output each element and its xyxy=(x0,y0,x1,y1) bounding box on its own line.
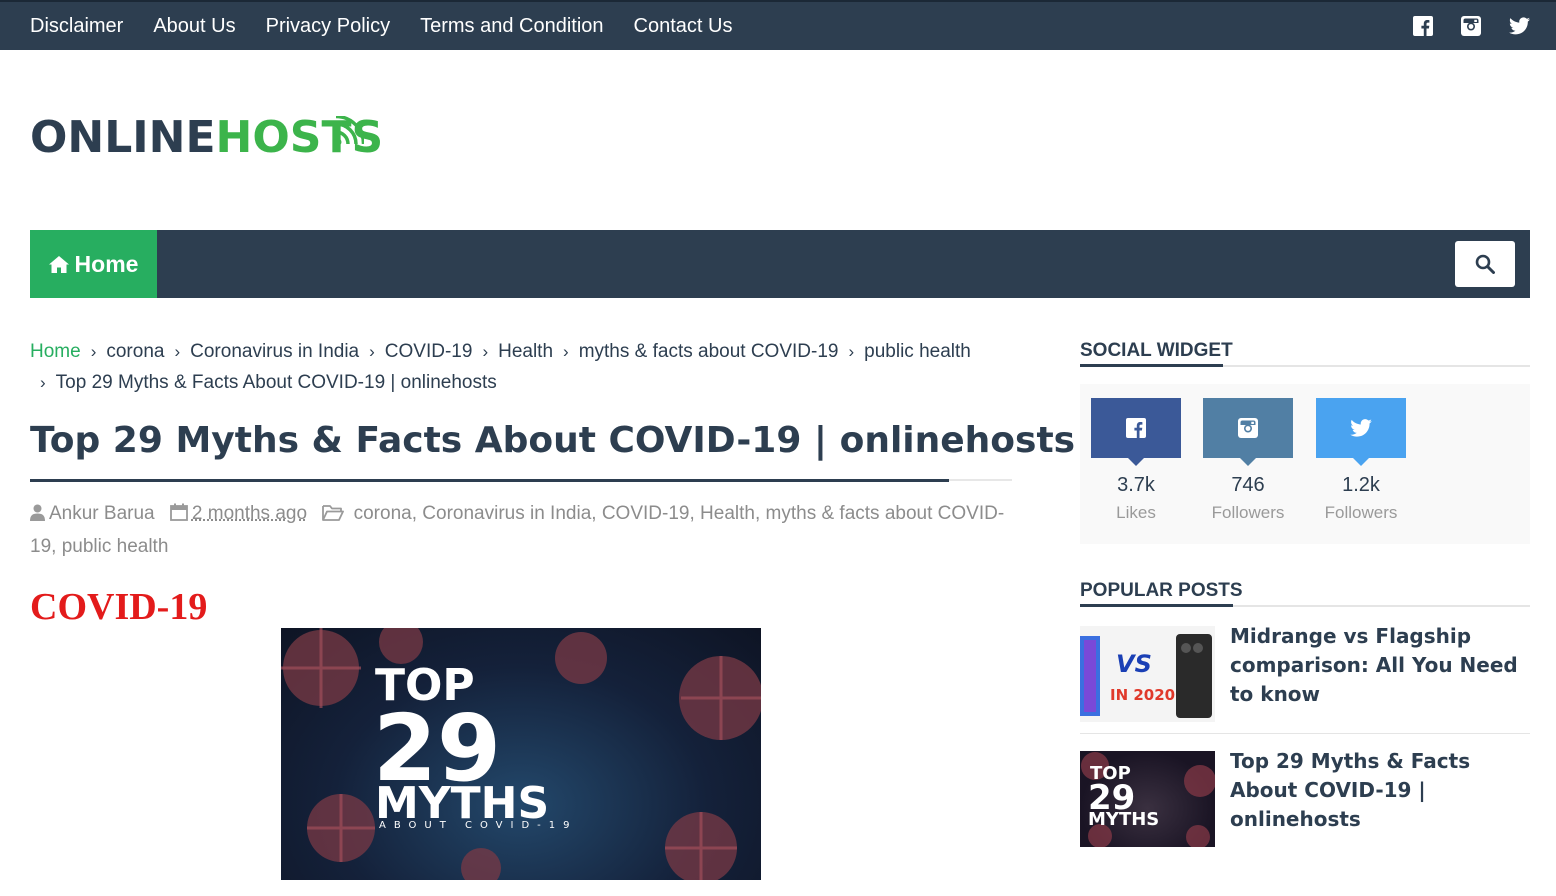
social-widget: 3.7k Likes 746 Followers 1.2k Followers xyxy=(1080,384,1530,544)
social-instagram[interactable]: 746 Followers xyxy=(1203,398,1293,523)
chevron-right-icon: › xyxy=(848,342,855,361)
twitter-icon[interactable] xyxy=(1509,17,1530,35)
post-author[interactable]: Ankur Barua xyxy=(49,503,155,524)
breadcrumb: Home › corona › Coronavirus in India › COVID-1… xyxy=(30,336,990,398)
popular-posts-underline xyxy=(1080,604,1233,607)
main-nav: Home xyxy=(30,230,1530,298)
category-link[interactable]: Coronavirus in India xyxy=(422,503,591,524)
popular-post-title[interactable]: Midrange vs Flagship comparison: All You… xyxy=(1230,622,1530,709)
breadcrumb-item[interactable]: Coronavirus in India xyxy=(190,341,359,362)
nav-link-about-us[interactable]: About Us xyxy=(153,15,235,38)
social-widget-title: SOCIAL WIDGET xyxy=(1080,340,1233,361)
social-twitter[interactable]: 1.2k Followers xyxy=(1316,398,1406,523)
hero-text-subtitle: ABOUT COVID-19 xyxy=(379,820,578,831)
breadcrumb-item[interactable]: Health xyxy=(498,341,553,362)
instagram-label: Followers xyxy=(1211,503,1285,522)
popular-post-title[interactable]: Top 29 Myths & Facts About COVID-19 | on… xyxy=(1230,747,1530,834)
twitter-label: Followers xyxy=(1324,503,1398,522)
post-date: 2 months ago xyxy=(191,503,308,524)
breadcrumb-item[interactable]: public health xyxy=(864,341,971,362)
chevron-right-icon: › xyxy=(90,342,97,361)
post-meta: Ankur Barua 2 months ago corona, Coronav… xyxy=(30,498,1020,562)
instagram-tile[interactable] xyxy=(1203,398,1293,466)
post-title: Top 29 Myths & Facts About COVID-19 | on… xyxy=(30,420,1076,461)
site-logo[interactable]: ONLINE HOSTS xyxy=(30,112,383,163)
facebook-icon[interactable] xyxy=(1413,16,1433,36)
twitter-count: 1.2k xyxy=(1342,474,1380,496)
category-link[interactable]: COVID-19 xyxy=(602,503,690,524)
nav-link-contact-us[interactable]: Contact Us xyxy=(634,15,733,38)
home-nav-label: Home xyxy=(74,250,139,277)
twitter-tile[interactable] xyxy=(1316,398,1406,466)
social-facebook[interactable]: 3.7k Likes xyxy=(1091,398,1181,523)
breadcrumb-item[interactable]: COVID-19 xyxy=(385,341,473,362)
nav-link-privacy-policy[interactable]: Privacy Policy xyxy=(266,15,390,38)
instagram-count: 746 xyxy=(1231,474,1265,496)
chevron-right-icon: › xyxy=(174,342,181,361)
thumb-text-year: IN 2020 xyxy=(1110,686,1175,704)
category-link[interactable]: Health xyxy=(700,503,755,524)
popular-post-thumbnail[interactable]: VS IN 2020 xyxy=(1080,626,1215,722)
facebook-count: 3.7k xyxy=(1117,474,1155,496)
facebook-icon xyxy=(1126,418,1146,438)
breadcrumb-home[interactable]: Home xyxy=(30,341,81,362)
breadcrumb-current: Top 29 Myths & Facts About COVID-19 | on… xyxy=(55,372,497,393)
calendar-icon xyxy=(170,500,188,531)
breadcrumb-item[interactable]: myths & facts about COVID-19 xyxy=(579,341,839,362)
search-icon xyxy=(1475,254,1495,274)
social-widget-underline xyxy=(1080,364,1223,367)
chevron-right-icon: › xyxy=(40,373,46,392)
facebook-label: Likes xyxy=(1116,503,1156,522)
category-link[interactable]: public health xyxy=(62,536,169,557)
facebook-tile[interactable] xyxy=(1091,398,1181,466)
top-bar: Disclaimer About Us Privacy Policy Terms… xyxy=(0,0,1556,50)
nav-link-terms[interactable]: Terms and Condition xyxy=(420,15,603,38)
instagram-icon xyxy=(1238,418,1258,438)
section-heading: COVID-19 xyxy=(30,586,208,628)
user-icon xyxy=(30,500,45,531)
logo-text-online: ONLINE xyxy=(30,112,216,163)
chevron-right-icon: › xyxy=(369,342,375,361)
search-button[interactable] xyxy=(1455,241,1515,287)
hero-image: TOP 29 MYTHS ABOUT COVID-19 xyxy=(281,628,761,880)
folder-icon xyxy=(322,500,345,531)
breadcrumb-item[interactable]: corona xyxy=(106,341,164,362)
title-underline xyxy=(30,479,949,482)
virus-background: TOP 29 MYTHS ABOUT COVID-19 xyxy=(281,628,761,880)
twitter-icon xyxy=(1350,419,1372,437)
category-link[interactable]: corona xyxy=(354,503,412,524)
chevron-right-icon: › xyxy=(563,342,569,361)
home-icon xyxy=(48,255,69,273)
thumb-text-myths: MYTHS xyxy=(1088,809,1159,830)
popular-post-thumbnail[interactable]: TOP 29 MYTHS xyxy=(1080,751,1215,847)
home-nav-button[interactable]: Home xyxy=(30,230,157,298)
instagram-icon[interactable] xyxy=(1461,16,1481,36)
popular-posts-title: POPULAR POSTS xyxy=(1080,580,1243,601)
signal-icon xyxy=(334,116,364,146)
top-social-links xyxy=(1385,2,1530,50)
thumb-text-vs: VS xyxy=(1116,650,1152,678)
chevron-right-icon: › xyxy=(482,342,489,361)
nav-link-disclaimer[interactable]: Disclaimer xyxy=(30,15,123,38)
top-nav: Disclaimer About Us Privacy Policy Terms… xyxy=(30,2,762,50)
popular-post-divider xyxy=(1080,733,1530,734)
